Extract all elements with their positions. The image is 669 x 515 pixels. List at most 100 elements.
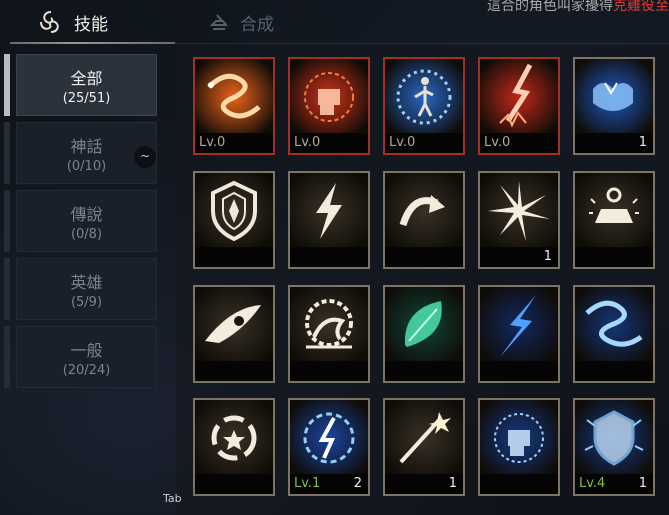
skill-slot-footer [573, 361, 655, 383]
tab-divider [175, 43, 669, 44]
eye-icon [193, 285, 275, 365]
anvil-sparkle-icon [573, 171, 655, 251]
skill-count: 1 [448, 476, 457, 491]
notice-white: 這合的角色叫家擾得 [487, 0, 613, 14]
skill-slot[interactable]: Lv.0 [193, 57, 275, 161]
spiky-crest-icon [288, 285, 370, 365]
skill-slot-footer: Lv.4 1 [573, 474, 655, 496]
skill-slot[interactable]: Lv.0 [383, 57, 465, 161]
category-name: 全部 [70, 69, 103, 88]
skill-count: 2 [353, 476, 362, 491]
skill-count: 1 [543, 249, 552, 264]
red-lightning-strike-icon [478, 57, 560, 137]
active-tab-underline [10, 42, 175, 44]
category-common[interactable]: 一般 (20/24) [16, 326, 157, 388]
shield-icon [193, 171, 275, 251]
skill-slot-footer [193, 361, 275, 383]
category-count: (0/8) [70, 227, 103, 242]
tab-synthesis[interactable]: 合成 [208, 0, 274, 44]
skill-slot-footer [383, 247, 465, 269]
lightning-serpent-icon [193, 57, 275, 137]
tab-skills[interactable]: 技能 [38, 0, 108, 44]
skill-level: Lv.4 [579, 476, 606, 491]
circle-star-icon [193, 398, 275, 478]
arrow-burst-icon [383, 398, 465, 478]
blue-serpent-icon [573, 285, 655, 365]
skill-slot[interactable]: Lv.1 2 [288, 398, 370, 502]
category-name: 一般 [70, 341, 103, 360]
category-indicator [4, 258, 10, 320]
category-count: (5/9) [70, 295, 103, 310]
skill-swirl-icon [40, 11, 59, 33]
skill-count: 1 [638, 476, 647, 491]
skill-slot[interactable] [383, 171, 465, 275]
blue-orb-bolt-icon [288, 398, 370, 478]
skill-slot[interactable] [193, 171, 275, 275]
skill-slot[interactable]: 1 [383, 398, 465, 502]
skill-slot-footer: Lv.0 [193, 133, 275, 155]
skill-slot-footer: Lv.0 [478, 133, 560, 155]
skill-slot-footer: Lv.0 [383, 133, 465, 155]
category-legendary[interactable]: 傳說 (0/8) [16, 190, 157, 252]
category-all[interactable]: 全部 (25/51) [16, 54, 157, 116]
skill-slot-footer: 1 [478, 247, 560, 269]
tilde-hotkey-badge: ~ [134, 146, 156, 168]
skill-level: Lv.0 [389, 135, 416, 150]
skill-slot[interactable] [288, 171, 370, 275]
skill-slot[interactable]: Lv.0 [478, 57, 560, 161]
lightning-warrior-icon [383, 57, 465, 137]
skill-slot-footer [478, 361, 560, 383]
fire-fist-icon [288, 57, 370, 137]
skill-slot[interactable] [573, 285, 655, 389]
skill-slot[interactable]: 1 [478, 171, 560, 275]
skill-level: Lv.0 [484, 135, 511, 150]
burst-star-icon [478, 171, 560, 251]
skill-level: Lv.1 [294, 476, 321, 491]
category-indicator [4, 122, 10, 184]
green-leaf-icon [383, 285, 465, 365]
notice-text: 這合的角色叫家擾得克雞役至 [487, 0, 669, 15]
skill-slot-footer [288, 247, 370, 269]
category-indicator [4, 54, 10, 116]
skill-slot-footer: Lv.1 2 [288, 474, 370, 496]
notice-red: 克雞役至 [613, 0, 669, 14]
tab-skills-label: 技能 [74, 14, 108, 35]
skill-slot[interactable]: Lv.4 1 [573, 398, 655, 502]
blue-fist-icon [478, 398, 560, 478]
skill-slot-footer [288, 361, 370, 383]
skill-slot[interactable] [193, 398, 275, 502]
skill-level: Lv.0 [199, 135, 226, 150]
skill-slot-footer [193, 247, 275, 269]
tab-synthesis-label: 合成 [240, 14, 274, 35]
category-indicator [4, 326, 10, 388]
category-name: 英雄 [70, 273, 103, 292]
curved-arrow-icon [383, 171, 465, 251]
skill-slot[interactable] [193, 285, 275, 389]
skill-slot[interactable]: Lv.0 [288, 57, 370, 161]
category-count: (20/24) [62, 363, 111, 378]
category-name: 傳說 [70, 205, 103, 224]
skill-slot[interactable] [383, 285, 465, 389]
skill-slot-footer: Lv.0 [288, 133, 370, 155]
category-hero[interactable]: 英雄 (5/9) [16, 258, 157, 320]
category-count: (25/51) [62, 91, 111, 106]
skill-slot[interactable]: 1 [573, 57, 655, 161]
anvil-icon [209, 14, 228, 30]
skill-slot[interactable] [478, 398, 560, 502]
electric-shield-icon [573, 398, 655, 478]
skill-slot-footer [478, 474, 560, 496]
electric-muscle-icon [573, 57, 655, 137]
tab-hotkey-hint: Tab [163, 492, 182, 505]
skill-slot-footer [383, 361, 465, 383]
skill-count: 1 [638, 135, 647, 150]
skill-slot-footer [573, 247, 655, 269]
blue-bolt-icon [478, 285, 560, 365]
skill-slot[interactable] [478, 285, 560, 389]
skill-slot-footer: 1 [383, 474, 465, 496]
skill-slot-footer: 1 [573, 133, 655, 155]
top-tab-bar: 技能 合成 這合的角色叫家擾得克雞役至 [0, 0, 669, 46]
skill-slot[interactable] [288, 285, 370, 389]
category-indicator [4, 190, 10, 252]
skill-slot[interactable] [573, 171, 655, 275]
skill-level: Lv.0 [294, 135, 321, 150]
